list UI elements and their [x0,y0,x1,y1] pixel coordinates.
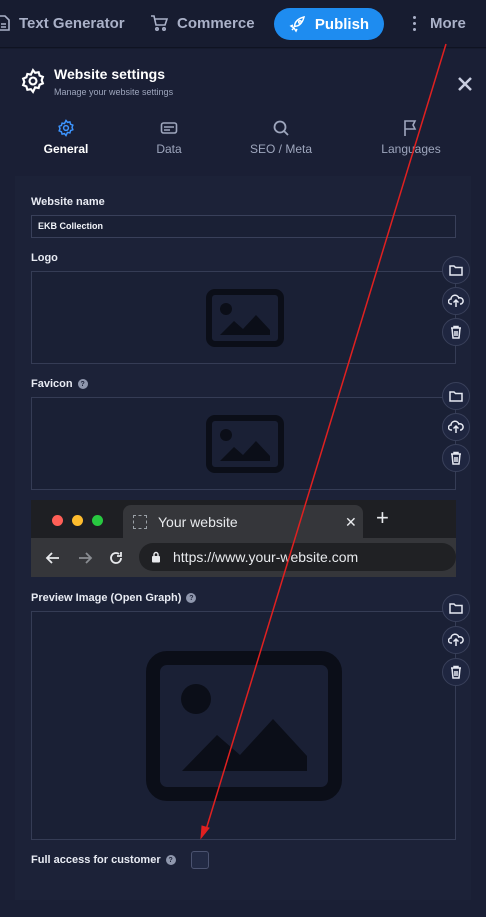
tab-seo-meta[interactable]: SEO / Meta [236,119,326,156]
tab-languages-label: Languages [381,142,441,156]
logo-label: Logo [31,252,58,264]
image-placeholder-icon [206,289,284,347]
window-minimize-dot [72,515,83,526]
website-settings-panel: Website settings Manage your website set… [0,49,486,917]
folder-icon [449,391,463,402]
more-label: More [430,14,466,32]
help-icon[interactable]: ? [186,593,197,603]
forward-arrow-icon [79,552,93,564]
commerce-button[interactable]: Commerce [150,0,255,46]
preview-image-label: Preview Image (Open Graph)? [31,592,197,604]
top-toolbar: Text Generator Commerce Publish More [0,0,486,48]
logo-delete-button[interactable] [442,318,470,346]
website-name-label: Website name [31,196,105,208]
lock-icon [152,551,160,563]
cloud-upload-icon [448,420,464,433]
favicon-placeholder-icon [133,515,147,529]
trash-icon [451,325,461,339]
tab-seo-meta-label: SEO / Meta [249,142,313,156]
publish-label: Publish [314,15,370,33]
url-field: https://www.your-website.com [139,543,456,571]
full-access-checkbox[interactable] [191,851,209,869]
favicon-dropzone[interactable] [31,397,456,490]
logo-upload-button[interactable] [442,287,470,315]
preview-upload-button[interactable] [442,626,470,654]
website-name-input[interactable]: EKB Collection [31,215,456,238]
preview-image-dropzone[interactable] [31,611,456,840]
general-settings-form: Website name EKB Collection Logo Favicon… [15,176,471,900]
url-text: https://www.your-website.com [173,549,359,565]
favicon-label: Favicon? [31,378,88,390]
folder-icon [449,603,463,614]
more-vertical-icon [413,15,416,31]
new-tab-icon: + [376,505,389,530]
commerce-label: Commerce [177,14,255,32]
favicon-upload-button[interactable] [442,413,470,441]
logo-dropzone[interactable] [31,271,456,364]
window-maximize-dot [92,515,103,526]
preview-browse-button[interactable] [442,594,470,622]
browser-tab-preview: Your website ✕ + https://www.your-websit… [31,500,456,577]
panel-title: Website settings [54,66,165,82]
help-icon[interactable]: ? [77,379,88,389]
preview-delete-button[interactable] [442,658,470,686]
favicon-label-text: Favicon [31,378,73,390]
reload-icon [110,552,122,564]
image-placeholder-icon [206,415,284,473]
search-icon [273,120,289,136]
window-close-dot [52,515,63,526]
settings-gear-icon [21,68,45,94]
cloud-upload-icon [448,294,464,307]
close-icon[interactable] [456,75,474,93]
browser-tabs-bar: Your website ✕ + [31,500,456,539]
tab-languages[interactable]: Languages [366,119,456,156]
help-icon[interactable]: ? [165,855,176,865]
full-access-label-text: Full access for customer [31,854,161,866]
logo-browse-button[interactable] [442,256,470,284]
cart-icon [151,15,168,31]
tab-data[interactable]: Data [124,119,214,156]
document-icon [0,15,10,31]
tab-general-label: General [43,142,89,156]
more-button[interactable]: More [413,0,466,46]
browser-tab-title: Your website [158,514,238,530]
trash-icon [451,665,461,679]
trash-icon [451,451,461,465]
text-generator-button[interactable]: Text Generator [0,0,125,46]
folder-icon [449,265,463,276]
publish-button[interactable]: Publish [274,8,384,40]
tab-data-label: Data [156,142,182,156]
flag-icon [404,120,417,136]
panel-subtitle: Manage your website settings [54,87,174,97]
back-arrow-icon [45,552,59,564]
tab-close-icon: ✕ [345,514,357,530]
favicon-delete-button[interactable] [442,444,470,472]
favicon-browse-button[interactable] [442,382,470,410]
text-generator-label: Text Generator [19,14,125,32]
preview-image-label-text: Preview Image (Open Graph) [31,592,182,604]
gear-icon [58,119,74,137]
cloud-upload-icon [448,633,464,646]
tab-general[interactable]: General [21,119,111,156]
browser-url-bar: https://www.your-website.com [31,538,456,577]
browser-tab: Your website ✕ [123,505,363,539]
database-icon [160,122,178,134]
rocket-icon [289,15,305,33]
full-access-label: Full access for customer? [31,854,176,866]
image-placeholder-icon [146,651,342,801]
